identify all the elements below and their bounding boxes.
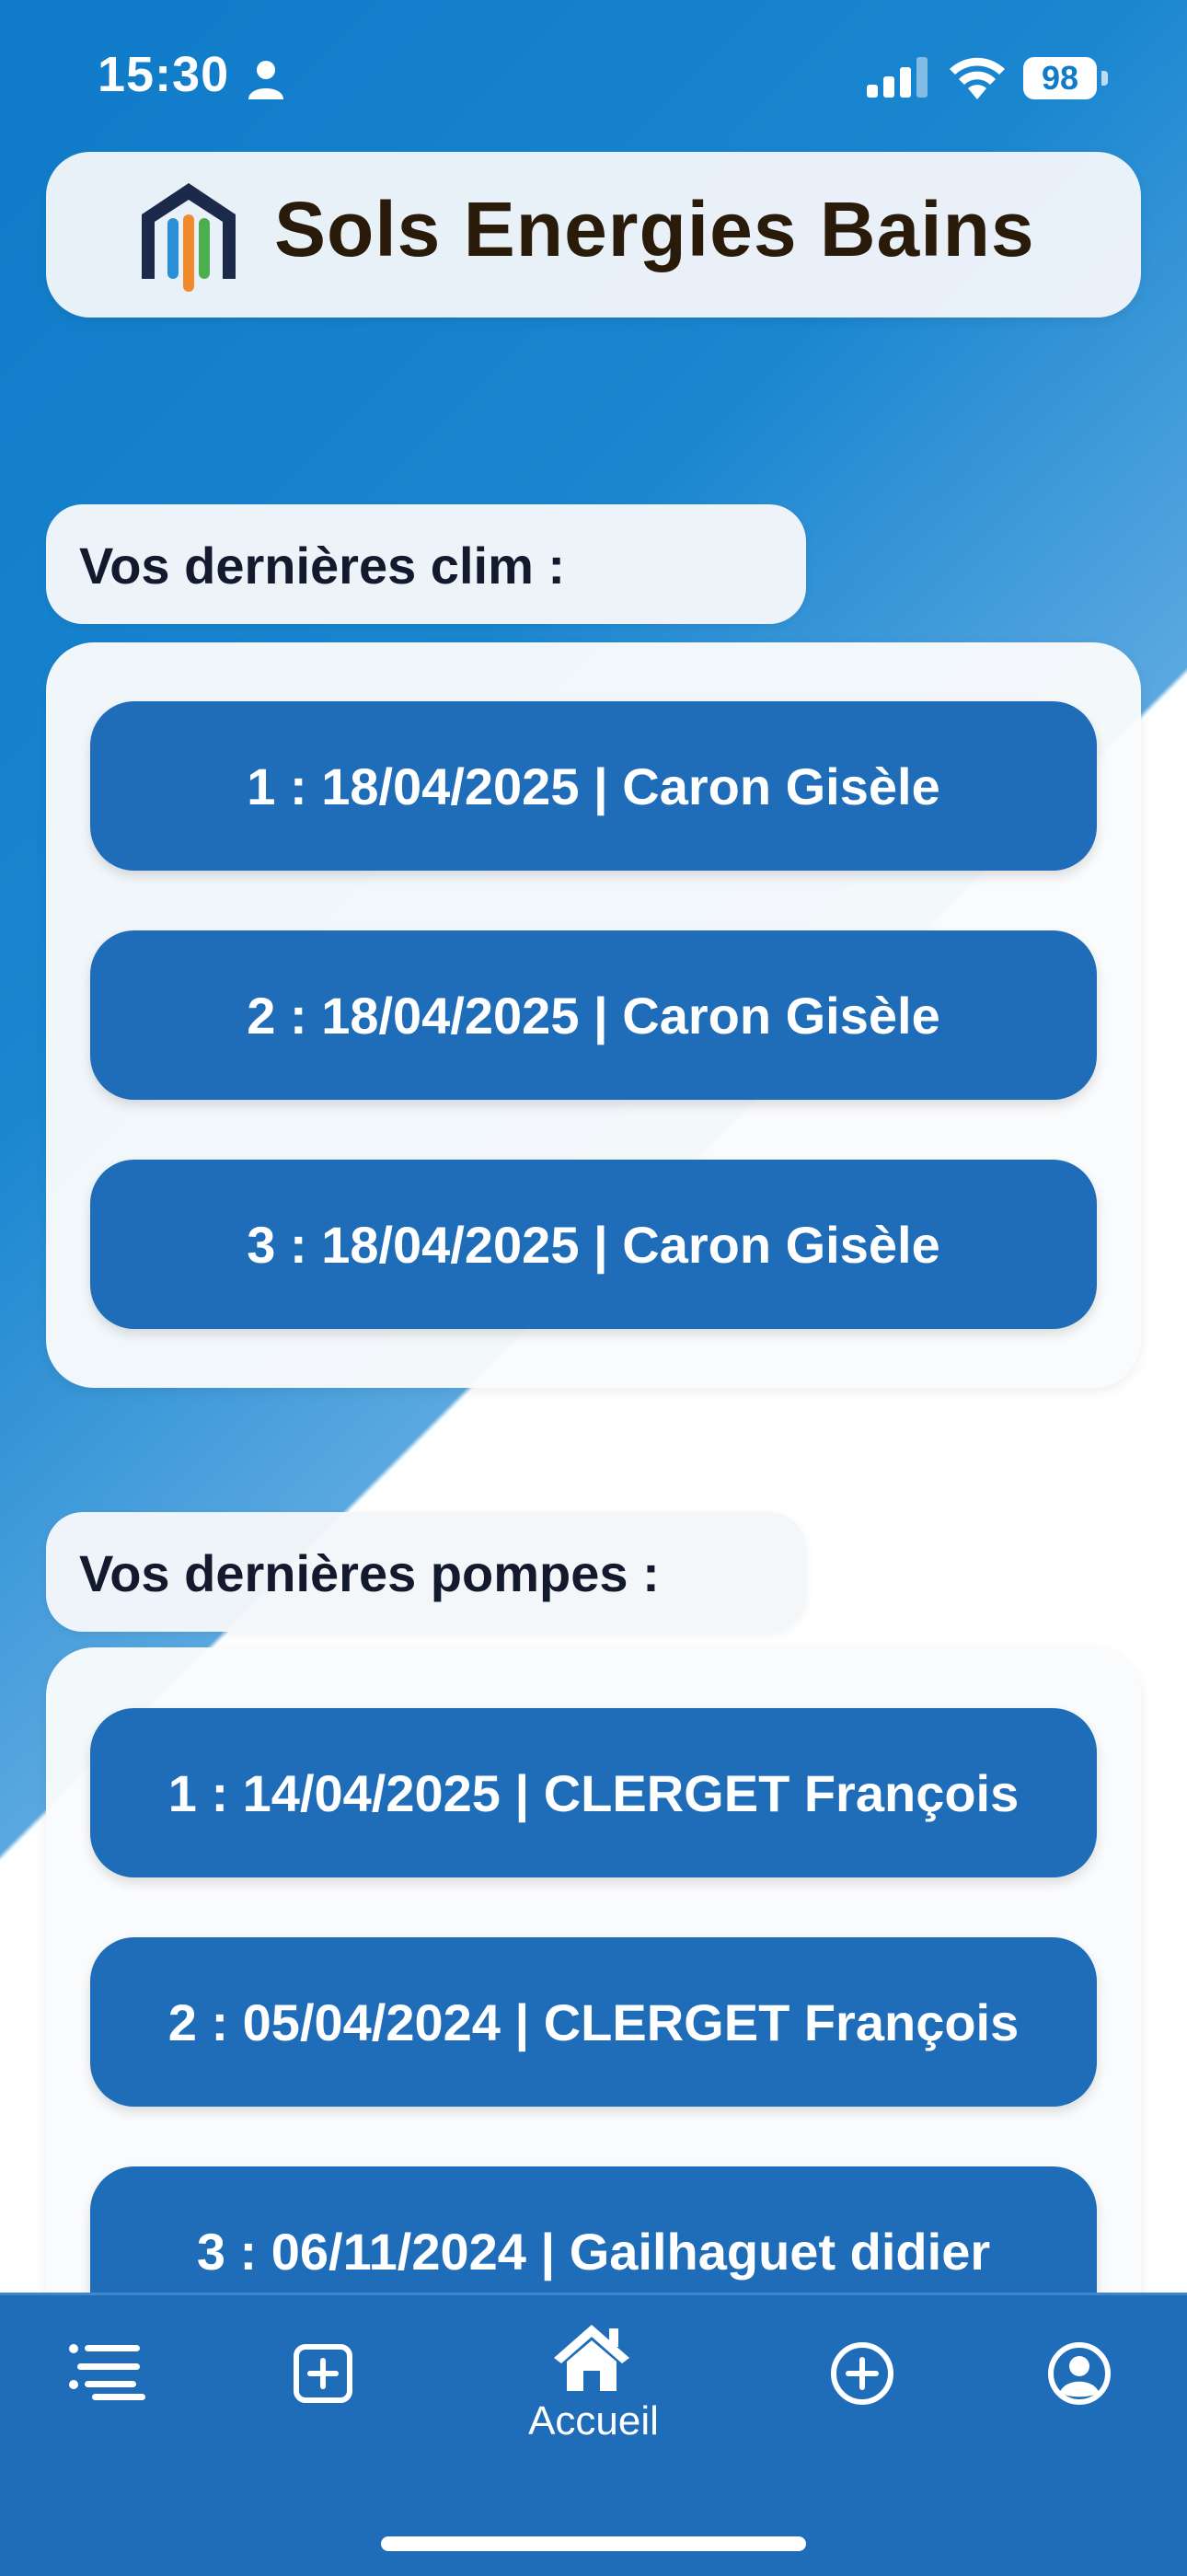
app-title: Sols Energies Bains: [274, 186, 1035, 272]
app-header: Sols Energies Bains: [46, 152, 1141, 318]
section-title-clim: Vos dernières clim :: [79, 537, 566, 595]
nav-home-label[interactable]: Accueil: [0, 2398, 1187, 2444]
pompe-item-button[interactable]: 2 : 05/04/2024 | CLERGET François: [90, 1937, 1097, 2107]
profile-icon[interactable]: [1047, 2341, 1112, 2406]
person-icon: [248, 61, 283, 99]
section-label-pompes: Vos dernières pompes :: [46, 1512, 806, 1632]
list-icon[interactable]: [68, 2343, 145, 2400]
clim-item-button[interactable]: 3 : 18/04/2025 | Caron Gisèle: [90, 1160, 1097, 1329]
clim-item-button[interactable]: 1 : 18/04/2025 | Caron Gisèle: [90, 701, 1097, 871]
home-indicator: [381, 2536, 806, 2551]
wifi-icon: [950, 57, 1005, 99]
company-logo: [142, 183, 236, 292]
clim-list-panel: 1 : 18/04/2025 | Caron Gisèle 2 : 18/04/…: [46, 642, 1141, 1388]
battery-level: 98: [1023, 57, 1097, 99]
bottom-navigation-bar: Accueil: [0, 2293, 1187, 2576]
pompes-list-panel: 1 : 14/04/2025 | CLERGET François 2 : 05…: [46, 1647, 1141, 2347]
status-time: 15:30: [98, 47, 230, 102]
battery-icon: 98: [1023, 57, 1108, 99]
add-square-icon[interactable]: [293, 2343, 353, 2404]
clim-item-button[interactable]: 2 : 18/04/2025 | Caron Gisèle: [90, 930, 1097, 1100]
home-icon[interactable]: [552, 2321, 631, 2393]
pompe-item-button[interactable]: 1 : 14/04/2025 | CLERGET François: [90, 1708, 1097, 1877]
status-bar: 15:30 98: [0, 0, 1187, 156]
add-circle-icon[interactable]: [830, 2341, 894, 2406]
section-title-pompes: Vos dernières pompes :: [79, 1544, 660, 1602]
cellular-signal-icon: [867, 57, 928, 98]
section-label-clim: Vos dernières clim :: [46, 504, 806, 624]
